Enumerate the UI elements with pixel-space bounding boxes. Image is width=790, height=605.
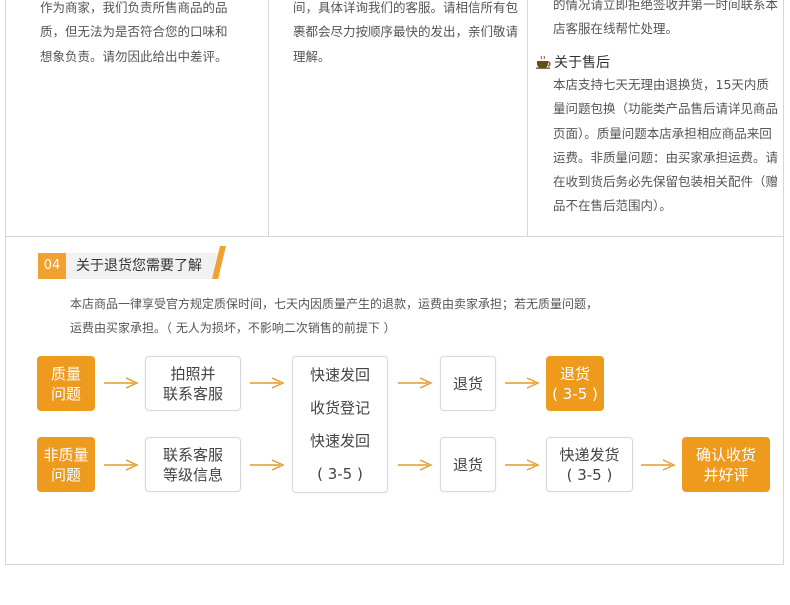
flow-arrows [103, 377, 675, 471]
arrow-right-icon [249, 459, 284, 471]
arrow-right-icon [397, 377, 432, 389]
arrow-right-icon [249, 377, 284, 389]
arrow-right-icon [640, 459, 675, 471]
arrow-right-icon [504, 377, 539, 389]
arrow-right-icon [504, 459, 539, 471]
arrow-right-icon [103, 377, 138, 389]
arrow-right-icon [103, 459, 138, 471]
arrow-right-icon [397, 459, 432, 471]
